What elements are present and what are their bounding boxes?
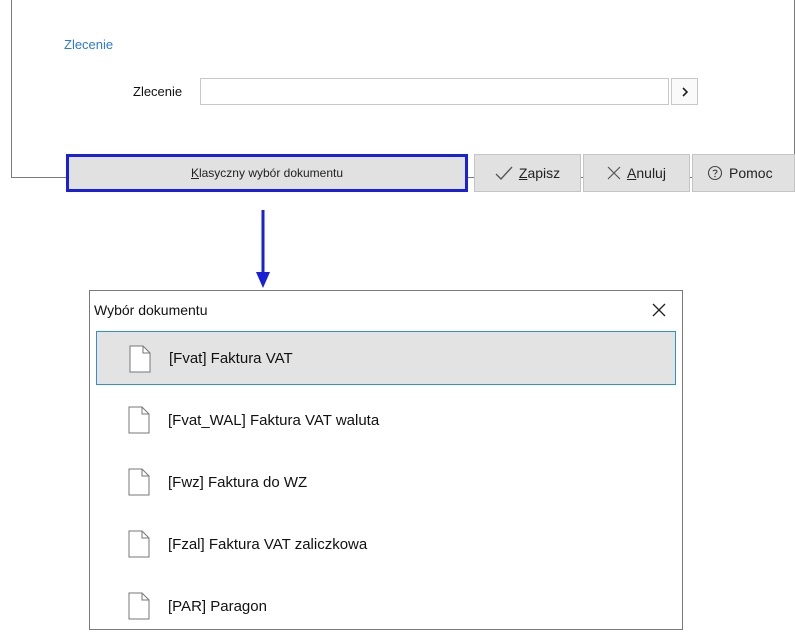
save-button[interactable]: Zapisz (474, 154, 581, 192)
order-input[interactable] (200, 78, 669, 105)
help-button[interactable]: Pomoc (692, 154, 795, 192)
document-icon (128, 406, 150, 434)
dialog-title: Wybór dokumentu (94, 302, 208, 318)
chevron-right-icon (681, 86, 688, 97)
classic-document-selection-button[interactable]: Klasyczny wybór dokumentu (66, 154, 468, 192)
cancel-button[interactable]: Anuluj (583, 154, 690, 192)
document-icon (129, 345, 151, 373)
help-circle-icon (707, 165, 723, 181)
check-icon (495, 166, 513, 180)
document-selection-dialog: Wybór dokumentu [Fvat] Faktura VAT [Fvat… (89, 290, 683, 630)
list-item[interactable]: [Fvat] Faktura VAT (96, 331, 676, 385)
order-select-button[interactable] (671, 78, 698, 105)
close-icon (652, 303, 666, 317)
list-item-label: [PAR] Paragon (168, 597, 267, 615)
section-title: Zlecenie (64, 37, 114, 52)
save-button-label: Zapisz (518, 165, 561, 181)
close-icon (607, 166, 621, 180)
list-item-label: [Fvat_WAL] Faktura VAT waluta (168, 411, 380, 429)
arrow-down-icon (256, 210, 270, 288)
button-bar: Klasyczny wybór dokumentu Zapisz Anuluj … (11, 154, 795, 192)
dialog-close-button[interactable] (646, 297, 672, 323)
list-item-label: [Fvat] Faktura VAT (169, 349, 293, 367)
order-field-label: Zlecenie (133, 84, 183, 99)
help-button-label: Pomoc (729, 165, 773, 181)
document-icon (128, 468, 150, 496)
cancel-button-label: Anuluj (627, 165, 666, 181)
order-dialog: Zlecenie Zlecenie (11, 0, 795, 178)
document-icon (128, 530, 150, 558)
document-icon (128, 592, 150, 620)
classic-button-label: Klasyczny wybór dokumentu (190, 166, 344, 180)
list-item-label: [Fwz] Faktura do WZ (168, 473, 308, 491)
list-item[interactable]: [Fwz] Faktura do WZ (96, 455, 676, 509)
list-item[interactable]: [Fzal] Faktura VAT zaliczkowa (96, 517, 676, 571)
list-item-label: [Fzal] Faktura VAT zaliczkowa (168, 535, 368, 553)
list-item[interactable]: [Fvat_WAL] Faktura VAT waluta (96, 393, 676, 447)
